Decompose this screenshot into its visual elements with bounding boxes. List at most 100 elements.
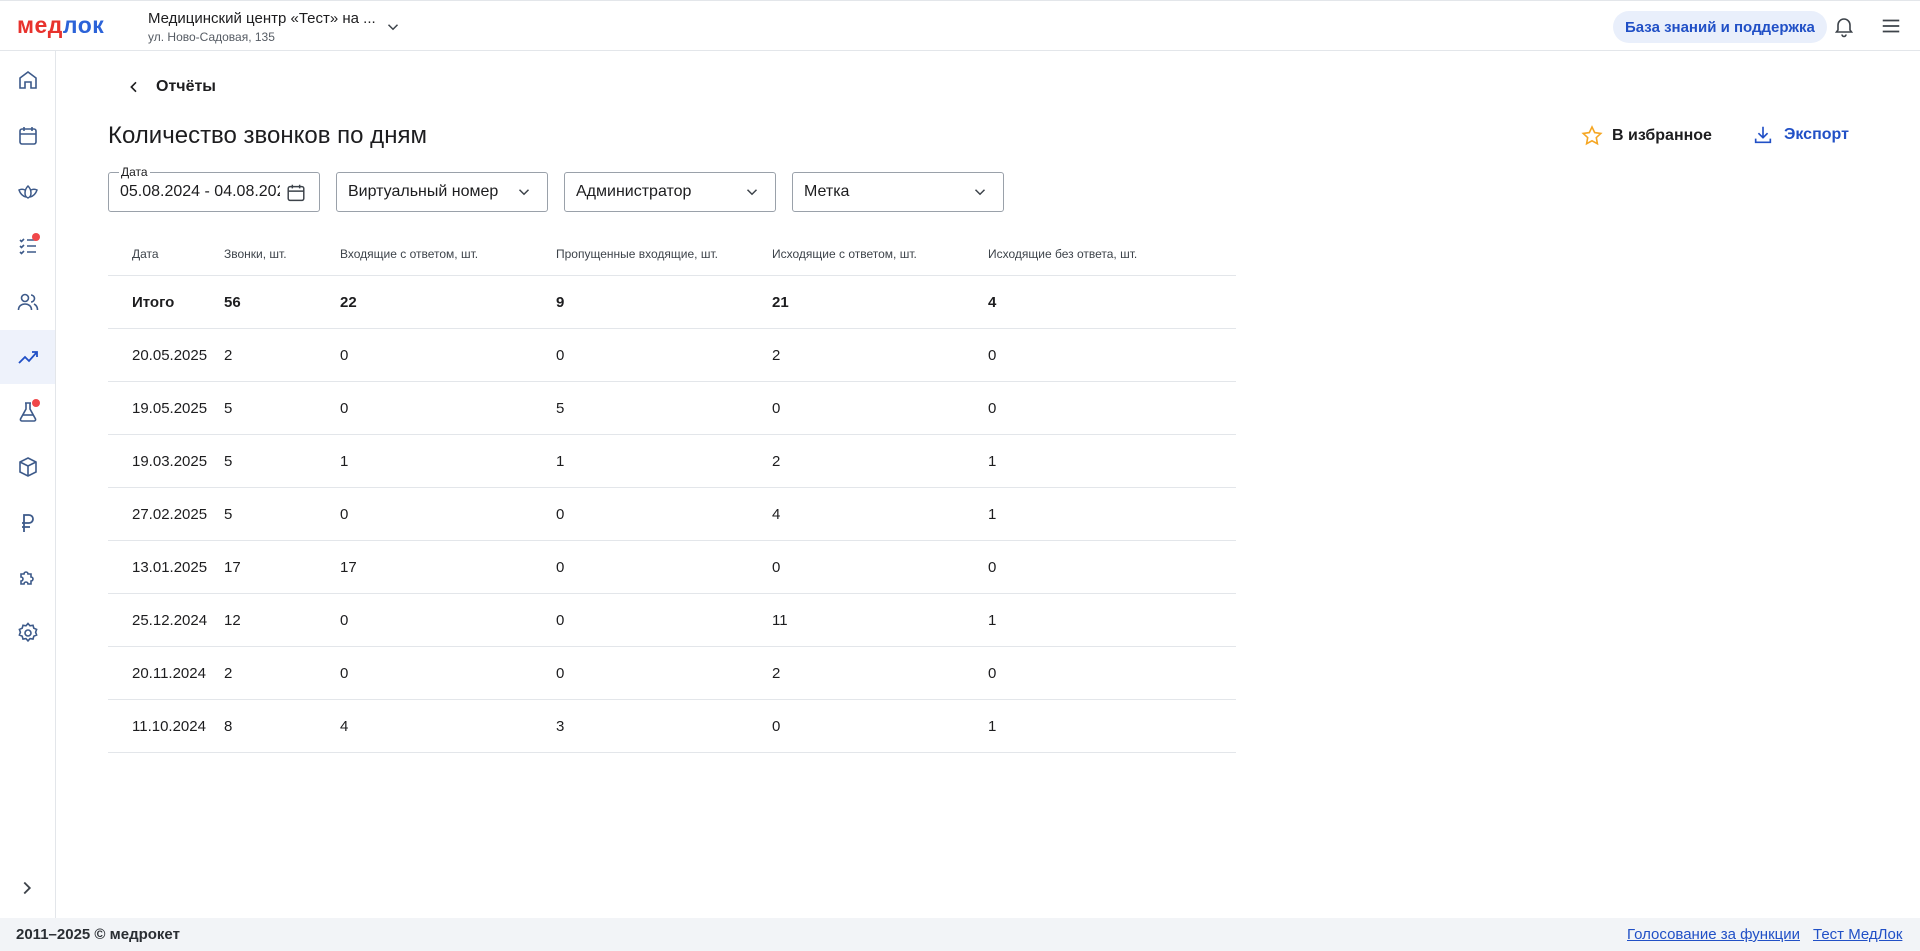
table-cell: 0 [556, 346, 565, 364]
table-cell: 1 [988, 611, 997, 629]
puzzle-icon[interactable] [0, 551, 55, 605]
sidebar [0, 51, 56, 918]
export-button[interactable]: Экспорт [1752, 124, 1849, 146]
clinic-name: Медицинский центр «Тест» на ... [148, 10, 376, 27]
table-header: Дата Звонки, шт. Входящие с ответом, шт.… [108, 232, 1236, 276]
table-row: 19.05.2025 5 0 5 0 0 [108, 382, 1236, 435]
table-cell: 9 [556, 293, 565, 311]
chevron-left-icon [130, 81, 137, 93]
calendar-icon[interactable] [0, 109, 55, 163]
table-cell: 2 [772, 664, 781, 682]
back-link[interactable]: Отчёты [126, 78, 216, 96]
table-cell: 0 [340, 505, 349, 523]
table-cell: 2 [772, 452, 781, 470]
table-cell: 0 [556, 505, 565, 523]
table-cell: 4 [772, 505, 781, 523]
table-cell: 19.05.2025 [132, 399, 208, 417]
table-cell: 1 [988, 452, 997, 470]
lotus-icon[interactable] [0, 164, 55, 218]
table-cell: 2 [772, 346, 781, 364]
virtual-number-select[interactable]: Виртуальный номер [336, 172, 548, 212]
table-row: 19.03.2025 5 1 1 2 1 [108, 435, 1236, 488]
table-row: 25.12.2024 12 0 0 11 1 [108, 594, 1236, 647]
table-cell: 25.12.2024 [132, 611, 208, 629]
column-header: Исходящие с ответом, шт. [772, 246, 917, 261]
table-cell: 21 [772, 293, 789, 311]
home-icon[interactable] [0, 53, 55, 107]
help-button[interactable]: База знаний и поддержка [1613, 11, 1827, 43]
table-cell: 2 [224, 664, 233, 682]
settings-icon[interactable] [0, 606, 55, 660]
table-cell: 0 [772, 399, 781, 417]
calendar-icon[interactable] [285, 182, 307, 204]
table-cell: 0 [340, 664, 349, 682]
table-cell: 2 [224, 346, 233, 364]
table-cell: 27.02.2025 [132, 505, 208, 523]
table-cell: 0 [556, 664, 565, 682]
table-row: 11.10.2024 8 4 3 0 1 [108, 700, 1236, 753]
vote-features-link[interactable]: Голосование за функции [1627, 926, 1800, 943]
table-cell: 8 [224, 717, 233, 735]
clinic-address: ул. Ново-Садовая, 135 [148, 30, 275, 44]
table-cell: 20.05.2025 [132, 346, 208, 364]
column-header: Пропущенные входящие, шт. [556, 246, 718, 261]
table-cell: 5 [556, 399, 565, 417]
administrator-select[interactable]: Администратор [564, 172, 776, 212]
test-medlok-link[interactable]: Тест МедЛок [1813, 926, 1902, 943]
date-range-field[interactable]: Дата 05.08.2024 - 04.08.2025 [108, 165, 320, 212]
flask-icon[interactable] [0, 385, 55, 439]
ruble-icon[interactable] [0, 496, 55, 550]
table-cell: 0 [988, 346, 997, 364]
chevron-down-icon[interactable] [384, 18, 402, 36]
clinic-selector[interactable]: Медицинский центр «Тест» на ... ул. Ново… [148, 10, 376, 45]
table-cell: 4 [988, 293, 997, 311]
chevron-down-icon [746, 189, 758, 196]
tasks-icon[interactable] [0, 219, 55, 273]
table-cell: Итого [132, 293, 175, 311]
date-field-label: Дата [119, 165, 150, 179]
bell-icon[interactable] [1832, 14, 1856, 38]
table-cell: 11 [772, 611, 788, 629]
table-cell: 3 [556, 717, 565, 735]
table-cell: 4 [340, 717, 349, 735]
column-header: Исходящие без ответа, шт. [988, 246, 1138, 261]
table-cell: 13.01.2025 [132, 558, 208, 576]
medlok-logo[interactable]: медлок [17, 12, 104, 39]
column-header: Дата [132, 246, 159, 261]
table-cell: 56 [224, 293, 241, 311]
chevron-down-icon [518, 189, 530, 196]
table-cell: 5 [224, 505, 233, 523]
chevron-right-icon[interactable] [16, 877, 38, 899]
table-cell: 17 [340, 558, 357, 576]
notification-badge [32, 233, 40, 241]
table-cell: 0 [772, 558, 781, 576]
table-cell: 0 [988, 399, 997, 417]
users-icon[interactable] [0, 275, 55, 329]
table-cell: 17 [224, 558, 241, 576]
table-cell: 0 [988, 558, 997, 576]
table-cell: 0 [340, 611, 349, 629]
date-range-value: 05.08.2024 - 04.08.2025 [120, 183, 280, 200]
menu-icon[interactable] [1880, 15, 1902, 37]
calls-table: Дата Звонки, шт. Входящие с ответом, шт.… [108, 232, 1236, 753]
table-cell: 1 [988, 717, 997, 735]
table-cell: 12 [224, 611, 241, 629]
table-row: 13.01.2025 17 17 0 0 0 [108, 541, 1236, 594]
table-row: 20.11.2024 2 0 0 2 0 [108, 647, 1236, 700]
add-to-favorites-button[interactable]: В избранное [1580, 124, 1712, 148]
tag-select[interactable]: Метка [792, 172, 1004, 212]
chevron-down-icon [974, 189, 986, 196]
table-row: 20.05.2025 2 0 0 2 0 [108, 329, 1236, 382]
total-row: Итого 56 22 9 21 4 [108, 276, 1236, 329]
table-cell: 0 [988, 664, 997, 682]
notification-badge [32, 399, 40, 407]
reports-chart-icon[interactable] [0, 330, 55, 384]
copyright: 2011–2025 © медрокет [16, 926, 180, 943]
table-cell: 5 [224, 399, 233, 417]
table-cell: 1 [556, 452, 565, 470]
table-cell: 0 [340, 346, 349, 364]
table-cell: 0 [556, 611, 565, 629]
table-body: 20.05.2025 2 0 0 2 0 19.05.2025 5 0 5 0 0 19.03.2025… [108, 329, 1236, 753]
box-icon[interactable] [0, 440, 55, 494]
footer: 2011–2025 © медрокет Голосование за функ… [0, 918, 1920, 951]
